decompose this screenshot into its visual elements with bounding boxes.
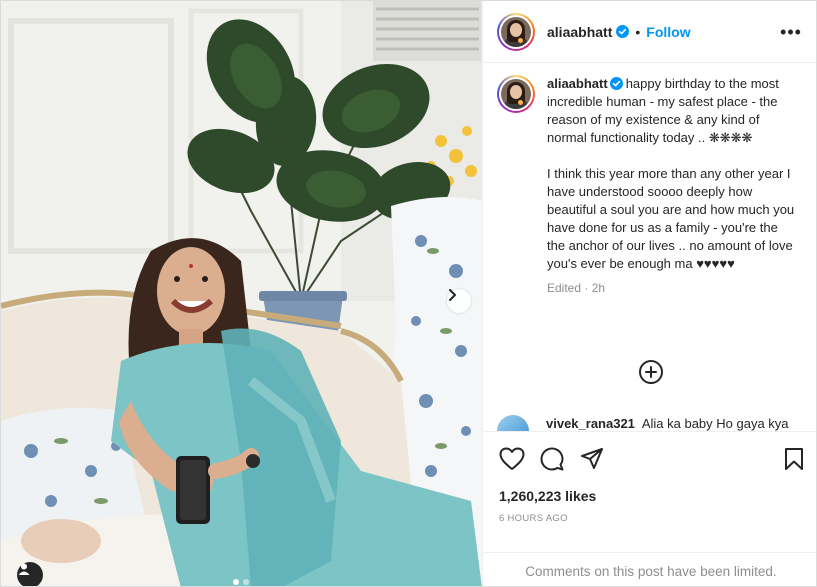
caption-avatar-inner [499,77,533,111]
comments-limited-notice: Comments on this post have been limited. [483,552,816,586]
carousel-dot-active [233,579,239,585]
verified-badge-icon [616,25,630,38]
more-options-icon[interactable]: ••• [780,22,801,42]
follow-button[interactable]: Follow [646,24,690,40]
heart-icon[interactable] [499,446,525,472]
load-more-comments-button[interactable] [638,359,664,385]
author-avatar-inner [499,14,533,49]
carousel-dot [243,579,249,585]
comment-body: Alia ka baby Ho gaya kya [641,416,789,431]
post-caption: aliaabhatt happy birthday to the most inc… [497,75,809,297]
photo-illustration [1,1,482,586]
caption-paragraph-1: aliaabhatt happy birthday to the most inc… [547,75,797,147]
author-avatar[interactable] [497,12,535,51]
action-icons [499,446,805,472]
carousel-next-button[interactable] [447,289,471,313]
commenter-username[interactable]: vivek_rana321 [546,416,635,431]
commenter-avatar[interactable] [497,415,529,431]
comment-item: vivek_rana321 Alia ka baby Ho gaya kya [497,413,809,431]
caption-body: aliaabhatt happy birthday to the most inc… [547,75,797,297]
author-avatar-image [501,16,531,47]
caption-and-comments: aliaabhatt happy birthday to the most inc… [483,63,816,431]
comment-text: vivek_rana321 Alia ka baby Ho gaya kya [546,416,789,431]
caption-username[interactable]: aliaabhatt [547,76,608,91]
post-timestamp[interactable]: 6 HOURS AGO [499,513,568,524]
plus-circle-icon [638,359,664,385]
header-separator: • [635,23,641,40]
author-username[interactable]: aliaabhatt [547,24,612,40]
comment-bubble-icon[interactable] [539,446,565,472]
edited-time: 2h [591,281,606,295]
post-header: aliaabhatt • Follow ••• [483,1,816,63]
likes-count[interactable]: 1,260,223 likes [499,488,596,504]
edited-label: Edited [547,281,582,295]
post-photo[interactable] [1,1,482,586]
caption-meta: Edited · 2h [547,279,797,297]
caption-author-avatar[interactable] [497,75,535,113]
verified-badge-icon [609,77,623,90]
post-actions: 1,260,223 likes 6 HOURS AGO Comments on … [483,431,816,586]
instagram-post-frame: aliaabhatt • Follow ••• aliaabhatt happy … [0,0,817,587]
caption-paragraph-2: I think this year more than any other ye… [547,166,798,271]
caption-avatar-image [501,79,531,109]
carousel-indicator [233,579,249,585]
tagged-users-button[interactable] [17,562,43,586]
post-details-panel: aliaabhatt • Follow ••• aliaabhatt happy … [482,1,816,586]
edited-dot: · [584,281,589,295]
bookmark-icon[interactable] [781,446,807,472]
paper-plane-icon[interactable] [579,446,605,472]
